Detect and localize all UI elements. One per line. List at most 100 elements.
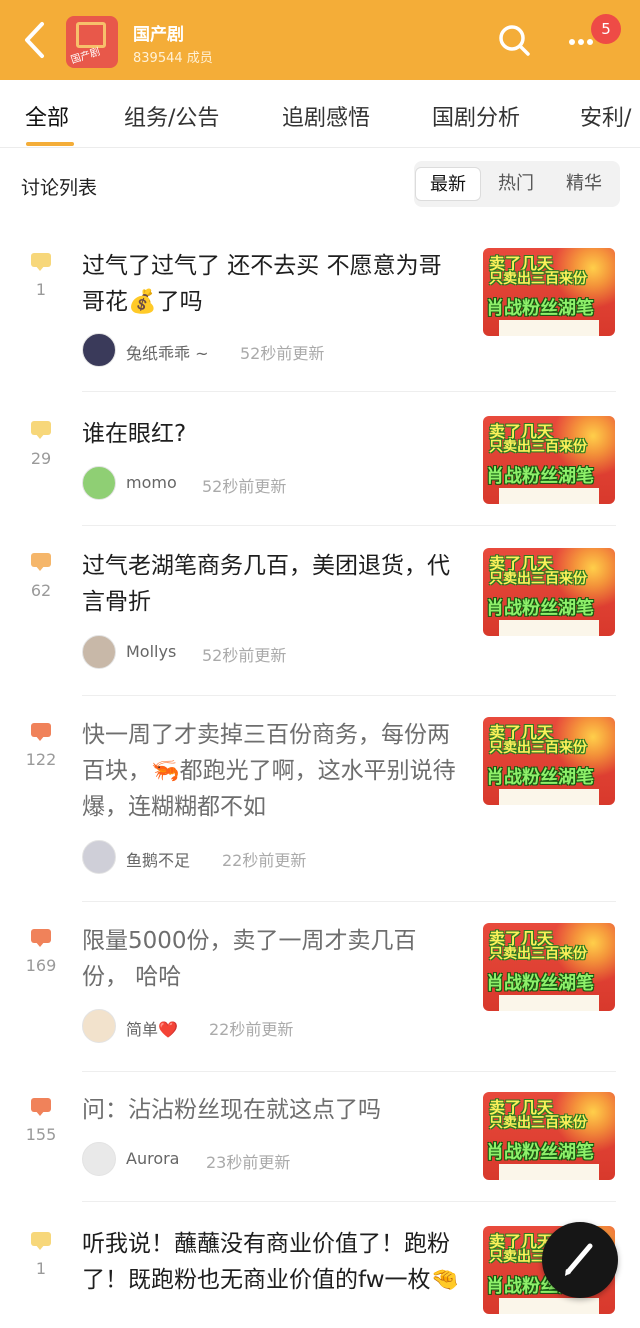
post-author-row[interactable]: 简单❤️ 22秒前更新	[82, 1009, 462, 1045]
post-title[interactable]: 快一周了才卖掉三百份商务，每份两百块，🦐都跑光了啊，这水平别说待爆，连糊糊都不如	[82, 717, 462, 825]
group-name[interactable]: 国产剧	[133, 20, 184, 45]
filter-featured[interactable]: 精华	[551, 167, 617, 201]
post-title[interactable]: 谁在眼红?	[82, 416, 462, 452]
post-divider	[82, 695, 616, 696]
post-title[interactable]: 听我说！蘸蘸没有商业价值了！跑粉了！既跑粉也无商业价值的fw一枚🤏	[82, 1226, 462, 1328]
comment-bubble-icon	[31, 421, 51, 439]
reply-count: 62	[30, 581, 52, 600]
comment-bubble-icon	[31, 1098, 51, 1116]
thumbnail-line-3: 肖战粉丝湖笔	[486, 598, 594, 619]
thumbnail-line-3: 肖战粉丝湖笔	[486, 466, 594, 487]
thumbnail-line-2: 只卖出三百来份	[489, 740, 587, 756]
author-name: Mollys	[126, 642, 177, 661]
update-time: 23秒前更新	[206, 1153, 291, 1172]
tab-drama-analysis[interactable]: 国剧分析	[432, 100, 520, 132]
filter-hot[interactable]: 热门	[483, 167, 549, 201]
avatar[interactable]	[82, 1009, 116, 1043]
member-count: 839544 成员	[133, 51, 213, 66]
thumbnail-band	[499, 320, 599, 336]
thumbnail-band	[499, 1164, 599, 1180]
thumbnail-line-3: 肖战粉丝湖笔	[486, 1142, 594, 1163]
author-name: 兔纸乖乖 ~	[126, 344, 209, 363]
post-thumbnail[interactable]: 卖了几天 只卖出三百来份 肖战粉丝湖笔	[483, 1092, 615, 1180]
thumbnail-band	[499, 488, 599, 504]
post-author-row[interactable]: Aurora 23秒前更新	[82, 1142, 462, 1178]
list-title: 讨论列表	[21, 177, 98, 199]
sort-filter-group: 最新 热门 精华	[414, 161, 620, 207]
avatar[interactable]	[82, 840, 116, 874]
avatar[interactable]	[82, 333, 116, 367]
thumbnail-line-3: 肖战粉丝湖笔	[486, 298, 594, 319]
post-title[interactable]: 过气了过气了 还不去买 不愿意为哥哥花💰了吗	[82, 248, 462, 320]
post-divider	[82, 901, 616, 902]
pencil-icon	[565, 1243, 593, 1276]
reply-count: 122	[25, 750, 57, 769]
update-time: 52秒前更新	[202, 646, 287, 665]
notification-badge: 5	[591, 14, 621, 44]
tab-all[interactable]: 全部	[25, 100, 69, 132]
thumbnail-line-2: 只卖出三百来份	[489, 571, 587, 587]
thumbnail-band	[499, 789, 599, 805]
reply-count: 169	[25, 956, 57, 975]
reply-count: 155	[25, 1125, 57, 1144]
comment-bubble-icon	[31, 929, 51, 947]
post-divider	[82, 1201, 616, 1202]
update-time: 22秒前更新	[222, 851, 307, 870]
filter-latest[interactable]: 最新	[415, 167, 481, 201]
comment-bubble-icon	[31, 253, 51, 271]
post-thumbnail[interactable]: 卖了几天 只卖出三百来份 肖战粉丝湖笔	[483, 923, 615, 1011]
thumbnail-line-2: 只卖出三百来份	[489, 271, 587, 287]
search-icon	[499, 25, 530, 56]
post-title[interactable]: 限量5000份，卖了一周才卖几百份， 哈哈	[82, 923, 462, 995]
search-button[interactable]	[496, 22, 532, 58]
post-author-row[interactable]: 鱼鹅不足 22秒前更新	[82, 840, 462, 876]
update-time: 52秒前更新	[240, 344, 325, 363]
update-time: 22秒前更新	[209, 1020, 294, 1039]
thumbnail-line-2: 只卖出三百来份	[489, 1115, 587, 1131]
post-divider	[82, 525, 616, 526]
reply-count: 1	[35, 280, 47, 299]
post-divider	[82, 1071, 616, 1072]
thumbnail-line-3: 肖战粉丝湖笔	[486, 973, 594, 994]
tab-drama-thoughts[interactable]: 追剧感悟	[282, 100, 370, 132]
avatar[interactable]	[82, 466, 116, 500]
thumbnail-band	[499, 620, 599, 636]
thumbnail-band	[499, 1298, 599, 1314]
comment-bubble-icon	[31, 553, 51, 571]
reply-count: 29	[30, 449, 52, 468]
group-avatar[interactable]: 国产剧	[66, 16, 118, 68]
thumbnail-line-2: 只卖出三百来份	[489, 946, 587, 962]
reply-count: 1	[35, 1259, 47, 1278]
group-header: 国产剧 国产剧 839544 成员 5	[0, 0, 640, 80]
author-name: Aurora	[126, 1149, 180, 1168]
comment-bubble-icon	[31, 1232, 51, 1250]
group-avatar-tag: 国产剧	[69, 46, 102, 67]
avatar[interactable]	[82, 635, 116, 669]
comment-bubble-icon	[31, 723, 51, 741]
tab-recommend[interactable]: 安利/	[580, 100, 631, 132]
chevron-left-icon	[25, 22, 44, 58]
avatar[interactable]	[82, 1142, 116, 1176]
author-name: momo	[126, 473, 177, 492]
post-thumbnail[interactable]: 卖了几天 只卖出三百来份 肖战粉丝湖笔	[483, 248, 615, 336]
post-author-row[interactable]: 兔纸乖乖 ~ 52秒前更新	[82, 333, 462, 369]
post-title[interactable]: 过气老湖笔商务几百，美团退货，代言骨折	[82, 548, 462, 620]
post-author-row[interactable]: Mollys 52秒前更新	[82, 635, 462, 671]
thumbnail-band	[499, 995, 599, 1011]
post-author-row[interactable]: momo 52秒前更新	[82, 466, 462, 502]
author-name: 鱼鹅不足	[126, 851, 191, 870]
compose-button[interactable]	[542, 1222, 618, 1298]
thumbnail-line-3: 肖战粉丝湖笔	[486, 767, 594, 788]
update-time: 52秒前更新	[202, 477, 287, 496]
author-name: 简单❤️	[126, 1020, 178, 1039]
active-tab-indicator	[26, 142, 74, 146]
post-thumbnail[interactable]: 卖了几天 只卖出三百来份 肖战粉丝湖笔	[483, 717, 615, 805]
post-thumbnail[interactable]: 卖了几天 只卖出三百来份 肖战粉丝湖笔	[483, 416, 615, 504]
post-thumbnail[interactable]: 卖了几天 只卖出三百来份 肖战粉丝湖笔	[483, 548, 615, 636]
post-title[interactable]: 问：沾沾粉丝现在就这点了吗	[82, 1092, 462, 1128]
category-tabs: 全部 组务/公告 追剧感悟 国剧分析 安利/	[0, 80, 640, 148]
post-divider	[82, 391, 616, 392]
tab-announcements[interactable]: 组务/公告	[124, 100, 219, 132]
thumbnail-line-2: 只卖出三百来份	[489, 439, 587, 455]
back-button[interactable]	[18, 20, 52, 60]
